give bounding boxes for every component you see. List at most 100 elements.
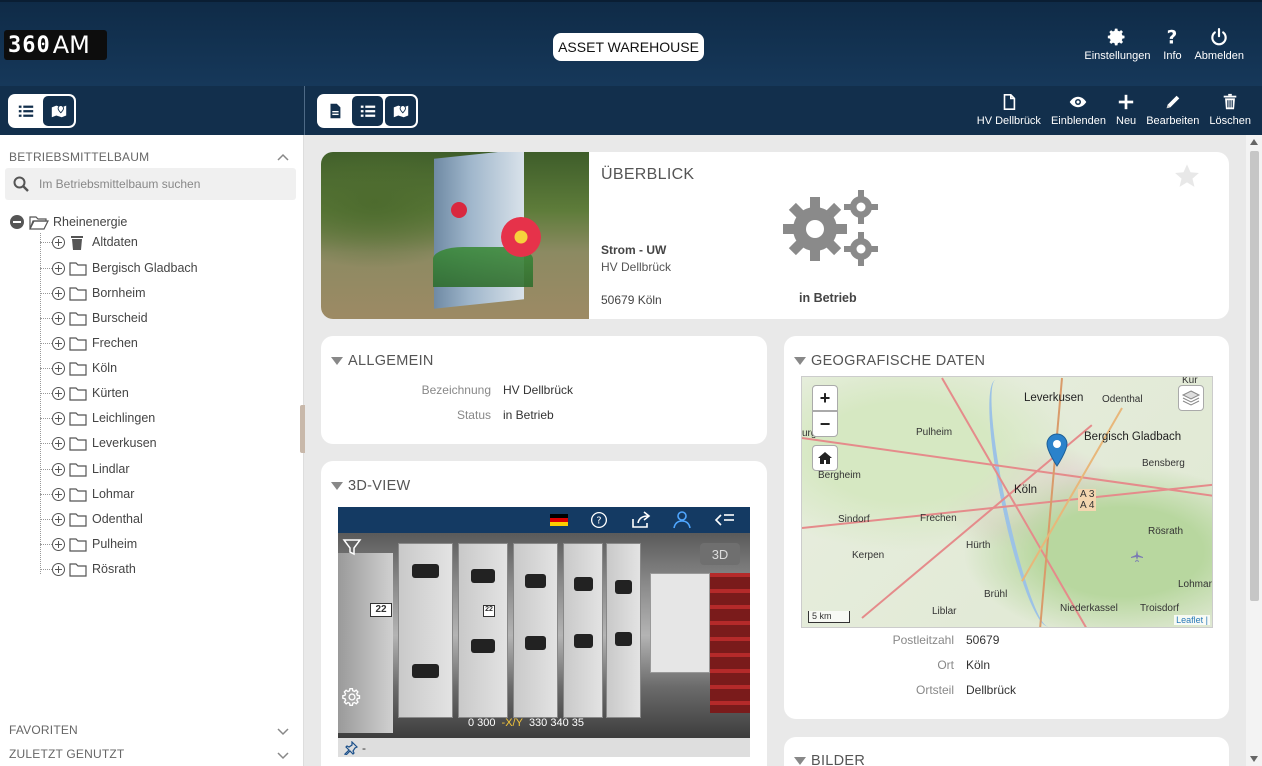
main-scrollbar[interactable] xyxy=(1246,135,1262,766)
tree-item[interactable]: Bergisch Gladbach xyxy=(40,259,198,277)
expand-icon[interactable] xyxy=(52,386,65,400)
geo-card-title[interactable]: GEOGRAFISCHE DATEN xyxy=(794,353,985,369)
app-logo[interactable]: 360 AM xyxy=(4,30,107,60)
chevron-up-icon[interactable] xyxy=(277,152,289,164)
tree-item[interactable]: Leverkusen xyxy=(40,434,157,452)
expand-icon[interactable] xyxy=(52,336,65,350)
tree-root[interactable]: Rheinenergie xyxy=(10,213,127,231)
expand-icon[interactable] xyxy=(52,411,65,425)
location-map[interactable]: Leverkusen Odenthal Kür urg Bergisch Gla… xyxy=(801,376,1213,628)
map-home-button[interactable] xyxy=(812,445,838,471)
tree-item-label: Leverkusen xyxy=(92,436,157,450)
menu-collapse-icon[interactable] xyxy=(714,511,736,529)
expand-icon[interactable] xyxy=(52,261,65,275)
tree-item[interactable]: Köln xyxy=(40,359,117,377)
tree-item[interactable]: Burscheid xyxy=(40,309,148,327)
map-label: Hürth xyxy=(966,540,991,551)
favorite-star-icon[interactable] xyxy=(1173,162,1201,190)
main-map-view-button[interactable] xyxy=(385,96,416,126)
asset-name-button[interactable]: HV Dellbrück xyxy=(972,93,1046,127)
recent-section-title[interactable]: ZULETZT GENUTZT xyxy=(9,747,124,761)
info-button[interactable]: ? Info xyxy=(1156,27,1188,62)
gear-icon xyxy=(1108,28,1125,46)
edit-button[interactable]: Bearbeiten xyxy=(1141,93,1204,127)
tree-item[interactable]: Frechen xyxy=(40,334,138,352)
folder-icon xyxy=(69,411,87,426)
scroll-up-icon[interactable] xyxy=(1250,139,1258,145)
list-view-button[interactable] xyxy=(352,96,383,126)
tree-item[interactable]: Pulheim xyxy=(40,535,137,553)
tree-item[interactable]: Bornheim xyxy=(40,284,146,302)
share-icon[interactable] xyxy=(630,511,652,529)
tree-item[interactable]: Lindlar xyxy=(40,460,130,478)
panorama-scene[interactable]: 22 22 3D 0 300 -X/Y 330 340 35 xyxy=(338,533,750,738)
expand-icon[interactable] xyxy=(52,361,65,375)
folder-icon xyxy=(69,436,87,451)
help-circle-icon[interactable]: ? xyxy=(588,511,610,529)
zoom-in-button[interactable]: + xyxy=(812,385,838,411)
map-layers-button[interactable] xyxy=(1178,385,1204,411)
tree-item[interactable]: Kürten xyxy=(40,384,129,402)
tree-item[interactable]: Leichlingen xyxy=(40,409,155,427)
new-button[interactable]: Neu xyxy=(1111,93,1141,127)
viewer-status-text: - xyxy=(362,740,366,755)
tree-view-button[interactable] xyxy=(10,96,41,126)
expand-icon[interactable] xyxy=(52,537,65,551)
user-icon[interactable] xyxy=(672,511,694,529)
panorama-viewer[interactable]: ? 22 22 3D 0 300 -X/Y 330 340 35 - xyxy=(338,507,750,757)
chevron-down-icon[interactable] xyxy=(277,749,289,761)
tree-section-title[interactable]: BETRIEBSMITTELBAUM xyxy=(9,150,149,164)
triangle-down-icon xyxy=(331,482,343,490)
filter-icon[interactable] xyxy=(342,537,362,557)
tree-search-input[interactable] xyxy=(39,177,279,191)
german-flag-icon[interactable] xyxy=(550,514,568,526)
zoom-out-button[interactable]: − xyxy=(812,411,838,437)
view3d-card-title[interactable]: 3D-VIEW xyxy=(331,478,411,494)
tree-item[interactable]: Rösrath xyxy=(40,560,136,578)
scroll-thumb[interactable] xyxy=(1250,151,1259,601)
geo-row-district: Ortsteil Dellbrück xyxy=(784,683,1016,697)
asset-status: in Betrieb xyxy=(799,291,857,305)
row-value: in Betrieb xyxy=(503,408,554,422)
viewer-settings-icon[interactable] xyxy=(342,687,362,707)
tree-branch xyxy=(40,493,52,495)
tree-item-label: Leichlingen xyxy=(92,411,156,425)
3d-mode-badge[interactable]: 3D xyxy=(700,543,740,565)
tree-branch xyxy=(40,342,52,344)
expand-icon[interactable] xyxy=(52,235,65,249)
list-icon xyxy=(360,105,375,117)
asset-warehouse-button[interactable]: ASSET WAREHOUSE xyxy=(553,33,704,61)
pin-icon[interactable] xyxy=(344,740,358,755)
favorites-section-title[interactable]: FAVORITEN xyxy=(9,723,78,737)
map-marker-icon[interactable] xyxy=(1046,433,1068,467)
tree-item[interactable]: Lohmar xyxy=(40,485,134,503)
scroll-down-icon[interactable] xyxy=(1250,756,1258,762)
delete-button[interactable]: Löschen xyxy=(1204,93,1256,127)
expand-icon[interactable] xyxy=(52,562,65,576)
question-icon: ? xyxy=(1167,28,1178,47)
expand-icon[interactable] xyxy=(52,286,65,300)
settings-label: Einstellungen xyxy=(1084,50,1151,62)
expand-icon[interactable] xyxy=(52,512,65,526)
chevron-down-icon[interactable] xyxy=(277,725,289,737)
map-label: Leverkusen xyxy=(1024,392,1084,404)
general-row-name: Bezeichnung HV Dellbrück xyxy=(321,383,573,397)
compass-left-text: 0 300 xyxy=(468,717,496,729)
row-key: Bezeichnung xyxy=(421,383,491,397)
images-card-title[interactable]: BILDER xyxy=(794,753,865,766)
general-card-title[interactable]: ALLGEMEIN xyxy=(331,353,434,369)
expand-icon[interactable] xyxy=(52,487,65,501)
expand-icon[interactable] xyxy=(52,311,65,325)
expand-icon[interactable] xyxy=(52,462,65,476)
logout-button[interactable]: Abmelden xyxy=(1188,27,1250,62)
settings-button[interactable]: Einstellungen xyxy=(1078,27,1156,62)
detail-view-button[interactable] xyxy=(319,96,350,126)
expand-icon[interactable] xyxy=(52,436,65,450)
tree-item[interactable]: Altdaten xyxy=(40,233,138,251)
map-view-button[interactable] xyxy=(43,96,74,126)
collapse-icon[interactable] xyxy=(10,215,24,229)
map-attribution[interactable]: Leaflet | xyxy=(1174,615,1210,625)
asset-photo[interactable] xyxy=(321,152,589,319)
tree-item[interactable]: Odenthal xyxy=(40,510,143,528)
show-button[interactable]: Einblenden xyxy=(1046,93,1111,127)
